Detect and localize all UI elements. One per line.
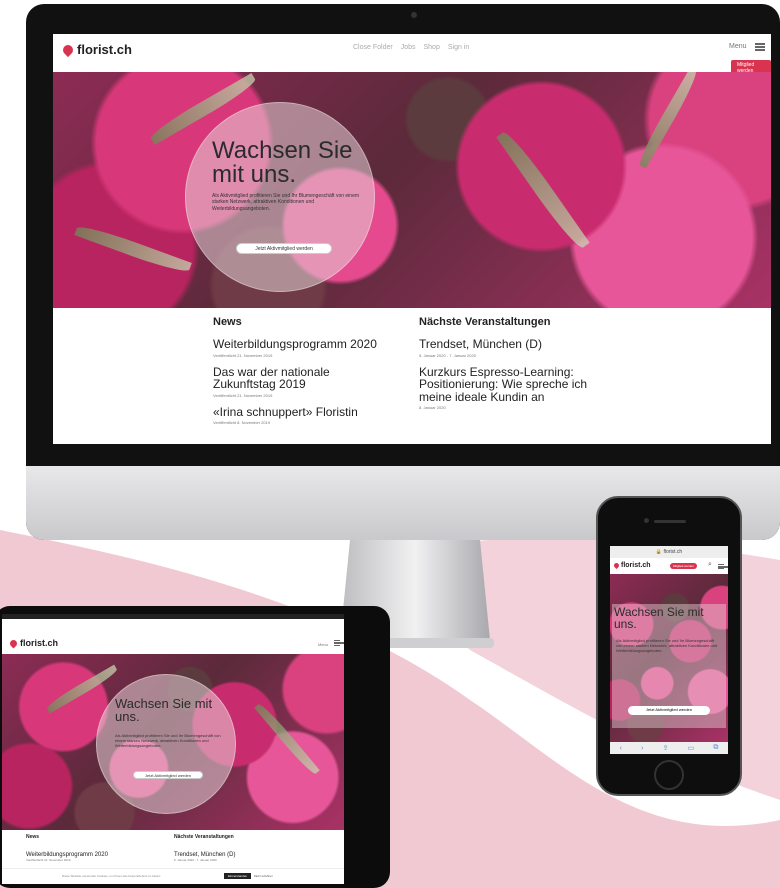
hero-banner: Wachsen Sie mit uns. Als Aktivmitglied p… xyxy=(610,574,728,742)
phone-browser-toolbar: ‹ › ⇪ ▭ ⧉ xyxy=(610,742,728,754)
home-button[interactable] xyxy=(654,760,684,790)
leaf-decoration xyxy=(635,72,701,169)
back-icon[interactable]: ‹ xyxy=(620,745,622,752)
flower-icon xyxy=(60,42,76,57)
cookie-accept-button[interactable]: Einverstanden xyxy=(224,873,252,879)
news-title: News xyxy=(26,834,40,840)
flower-icon xyxy=(612,561,621,570)
news-item-date: Veröffentlicht 8. November 2019 xyxy=(213,420,271,426)
news-item-title[interactable]: Weiterbildungsprogramm 2020 xyxy=(213,338,413,351)
logo-text: florist.ch xyxy=(20,638,59,648)
cookie-banner: Diese Website verwendet Cookies, um Ihne… xyxy=(2,868,344,884)
site-logo[interactable]: florist.ch xyxy=(8,638,59,648)
bookmarks-icon[interactable]: ▭ xyxy=(688,744,695,752)
menu-label[interactable]: Menu xyxy=(729,43,747,50)
site-logo[interactable]: florist.ch xyxy=(612,561,651,570)
news-item-date: Veröffentlicht 21. November 2019 xyxy=(213,352,273,358)
leaf-decoration xyxy=(254,701,320,777)
hero-headline-line2: mit uns. xyxy=(212,161,297,188)
hero-cta-button[interactable]: Jetzt Aktivmitglied werden xyxy=(628,706,710,715)
phone-screen: 🔒 florist.ch florist.ch Mitglied werden … xyxy=(610,546,728,754)
hamburger-icon[interactable] xyxy=(755,43,765,51)
cookie-text: Diese Website verwendet Cookies, um Ihne… xyxy=(62,874,162,878)
phone-device: 🔒 florist.ch florist.ch Mitglied werden … xyxy=(596,496,742,796)
cookie-more-link[interactable]: Mehr erfahren xyxy=(254,874,273,878)
hero-body: Als Aktivmitglied profitieren Sie und Ih… xyxy=(616,638,718,654)
hero-body: Als Aktivmitglied profitieren Sie und Ih… xyxy=(212,193,360,212)
tablet-device: florist.ch Menu Wachsen Sie mit uns. Als… xyxy=(0,606,390,888)
hero-cta-button[interactable]: Jetzt Aktivmitglied werden xyxy=(133,771,203,779)
hero-bubble: Wachsen Sie mit uns. Als Aktivmitglied p… xyxy=(185,102,375,292)
monitor-bezel: florist.ch Close Folder Jobs Shop Sign i… xyxy=(26,4,780,540)
events-title: Nächste Veranstaltungen xyxy=(174,834,234,840)
site-logo[interactable]: florist.ch xyxy=(60,42,132,57)
events-section: Nächste Veranstaltungen Trendset, Münche… xyxy=(174,834,324,862)
hero-banner: Wachsen Sie mit uns. Als Aktivmitglied p… xyxy=(53,72,771,308)
news-section: News Weiterbildungsprogramm 2020 Veröffe… xyxy=(26,834,166,862)
site-header: florist.ch Close Folder Jobs Shop Sign i… xyxy=(53,34,771,76)
nav-item-shop[interactable]: Shop xyxy=(423,44,439,51)
news-item-title[interactable]: Das war der nationale Zukunftstag 2019 xyxy=(213,365,381,391)
camera-dot xyxy=(644,518,649,523)
product-showcase: florist.ch Close Folder Jobs Shop Sign i… xyxy=(0,0,780,888)
news-section: News Weiterbildungsprogramm 2020 Veröffe… xyxy=(213,316,413,425)
event-item-date: 5. Januar 2020 - 7. Januar 2020 xyxy=(174,858,217,863)
nav-item-sign-in[interactable]: Sign in xyxy=(448,44,469,51)
event-item-title[interactable]: Trendset, München (D) xyxy=(419,338,619,351)
forward-icon[interactable]: › xyxy=(641,745,643,752)
share-icon[interactable]: ⇪ xyxy=(663,744,669,752)
hero-cta-button[interactable]: Jetzt Aktivmitglied werden xyxy=(236,243,332,254)
logo-text: florist.ch xyxy=(621,562,651,569)
desktop-monitor: florist.ch Close Folder Jobs Shop Sign i… xyxy=(26,4,780,540)
phone-url-bar[interactable]: 🔒 florist.ch xyxy=(610,546,728,558)
member-pill-button[interactable]: Mitglied werden xyxy=(670,563,698,569)
menu-label[interactable]: Menu xyxy=(318,642,328,647)
tablet-screen: florist.ch Menu Wachsen Sie mit uns. Als… xyxy=(2,614,344,884)
hero-body: Als Aktivmitglied profitieren Sie und Ih… xyxy=(115,733,221,748)
nav-item-close-folder[interactable]: Close Folder xyxy=(353,44,393,51)
camera-dot xyxy=(411,12,417,18)
event-item-title[interactable]: Kurzkurs Espresso-Learning: Positionieru… xyxy=(419,365,609,404)
phone-speaker xyxy=(654,520,686,523)
flower-icon xyxy=(8,638,19,648)
lock-icon: 🔒 xyxy=(655,549,663,555)
hamburger-icon[interactable] xyxy=(334,640,344,646)
hero-headline-line1: Wachsen Sie xyxy=(212,137,353,164)
hero-bubble: Wachsen Sie mit uns. Als Aktivmitglied p… xyxy=(96,674,236,814)
nav-item-jobs[interactable]: Jobs xyxy=(401,44,416,51)
phone-url-text: florist.ch xyxy=(663,549,683,555)
leaf-decoration xyxy=(74,221,192,277)
event-item-date: 8. Januar 2020 xyxy=(419,405,446,411)
tablet-status-bar xyxy=(2,614,344,619)
leaf-decoration xyxy=(496,128,590,252)
hero-headline: Wachsen Sie mit uns. xyxy=(614,605,704,631)
event-item-date: 5. Januar 2020 - 7. Januar 2020 xyxy=(419,352,476,358)
news-item-date: Veröffentlicht 21. November 2019 xyxy=(213,392,273,398)
news-item-date: Veröffentlicht 21. November 2019 xyxy=(26,858,71,863)
hamburger-icon[interactable] xyxy=(718,564,728,569)
hero-headline: Wachsen Sie mit uns. xyxy=(115,696,213,724)
news-title: News xyxy=(213,316,242,328)
desktop-screen: florist.ch Close Folder Jobs Shop Sign i… xyxy=(53,34,771,444)
logo-text: florist.ch xyxy=(77,42,132,57)
events-title: Nächste Veranstaltungen xyxy=(419,316,551,328)
events-section: Nächste Veranstaltungen Trendset, Münche… xyxy=(419,316,619,410)
hero-banner: Wachsen Sie mit uns. Als Aktivmitglied p… xyxy=(2,654,344,830)
top-nav: Close Folder Jobs Shop Sign in xyxy=(353,44,469,51)
tabs-icon[interactable]: ⧉ xyxy=(713,744,718,752)
search-icon[interactable]: ⌕ xyxy=(708,561,712,569)
news-item-title[interactable]: «Irina schnuppert» Floristin xyxy=(213,406,413,419)
